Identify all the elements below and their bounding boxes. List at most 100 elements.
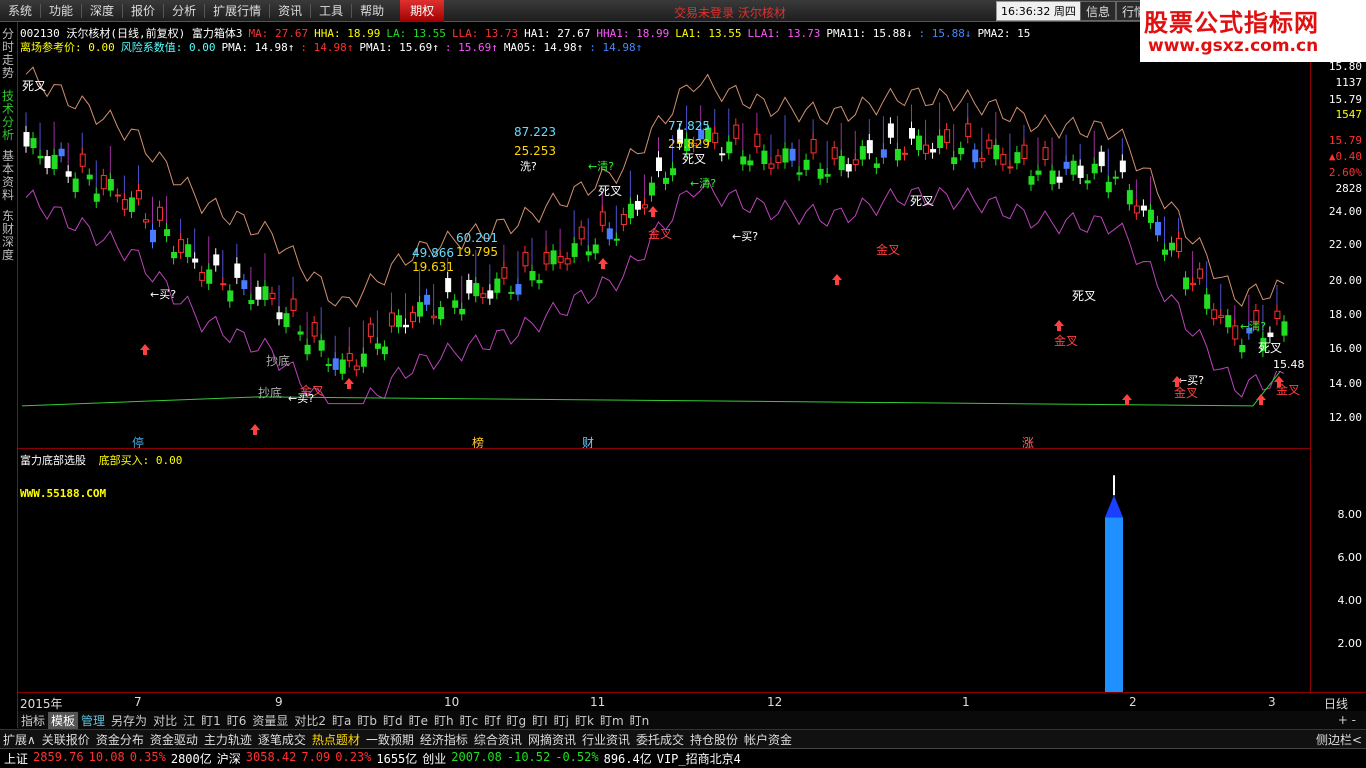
header1-value: : 15.88↓ bbox=[918, 27, 972, 40]
indicator-tab[interactable]: 盯a bbox=[329, 712, 354, 729]
indicator-tab[interactable]: 盯h bbox=[431, 712, 457, 729]
function-tab[interactable]: 一致预期 bbox=[363, 731, 417, 748]
function-tab[interactable]: 资金分布 bbox=[93, 731, 147, 748]
function-tab[interactable]: 关联报价 bbox=[39, 731, 93, 748]
candle-body bbox=[332, 358, 339, 370]
candle-body bbox=[185, 244, 192, 257]
buy-arrow-icon bbox=[1122, 394, 1132, 405]
indicator-tab[interactable]: 盯I bbox=[529, 712, 551, 729]
price-chart[interactable]: 死叉死叉死叉死叉死叉死叉金叉金叉金叉金叉金叉 金叉←买?←买?←买?←买?←清?←… bbox=[18, 60, 1310, 692]
candle-body bbox=[23, 132, 30, 147]
function-tab[interactable]: 委托成交 bbox=[633, 731, 687, 748]
indicator-tab[interactable]: 盯n bbox=[627, 712, 653, 729]
candle-body bbox=[1225, 315, 1232, 328]
time-tick: 12 bbox=[767, 695, 783, 709]
candle-body bbox=[979, 157, 986, 162]
time-tick: 3 bbox=[1268, 695, 1276, 709]
candle-body bbox=[431, 315, 438, 319]
indicator-tab[interactable]: 江 bbox=[180, 712, 198, 729]
candle-body bbox=[599, 211, 606, 226]
candle-body bbox=[459, 308, 466, 315]
indicator-tab[interactable]: 盯1 bbox=[198, 712, 224, 729]
clear-signal-label: ←清? bbox=[588, 160, 614, 173]
index-quote: VIP_招商北京4 bbox=[656, 752, 741, 766]
candle-body bbox=[993, 144, 1000, 160]
menu-item-6[interactable]: 资讯 bbox=[270, 0, 310, 22]
function-tab[interactable]: 热点题材 bbox=[309, 731, 363, 748]
clear-signal-label: ←清? bbox=[690, 177, 716, 190]
candle-body bbox=[374, 343, 381, 349]
candle-body bbox=[712, 132, 719, 144]
header2-value: : 14.98↑ bbox=[300, 41, 354, 54]
candle-body bbox=[304, 344, 311, 355]
indicator-tab[interactable]: 盯g bbox=[503, 712, 529, 729]
function-tab[interactable]: 资金驱动 bbox=[147, 731, 201, 748]
sidebar-toggle[interactable]: 侧边栏< bbox=[1316, 731, 1366, 748]
menu-item-2[interactable]: 深度 bbox=[82, 0, 122, 22]
candle-body bbox=[1105, 181, 1112, 193]
menu-item-5[interactable]: 扩展行情 bbox=[205, 0, 269, 22]
function-tab[interactable]: 主力轨迹 bbox=[201, 731, 255, 748]
indicator-tab[interactable]: 盯6 bbox=[224, 712, 250, 729]
menu-item-8[interactable]: 帮助 bbox=[352, 0, 392, 22]
indicator-tab[interactable]: 盯j bbox=[551, 712, 572, 729]
menu-item-options[interactable]: 期权 bbox=[400, 0, 445, 22]
tab-depth[interactable]: 东财深度 bbox=[2, 210, 16, 265]
candle-body bbox=[648, 182, 655, 196]
candle-body bbox=[128, 197, 135, 212]
indicator-tab[interactable]: 盯m bbox=[597, 712, 627, 729]
function-tab[interactable]: 经济指标 bbox=[417, 731, 471, 748]
indicator-tab[interactable]: 盯b bbox=[354, 712, 380, 729]
time-tick: 2 bbox=[1129, 695, 1137, 709]
tab-fundamentals[interactable]: 基本资料 bbox=[2, 150, 16, 205]
candle-body bbox=[1274, 310, 1281, 320]
candle-body bbox=[157, 206, 164, 221]
function-tab[interactable]: 网摘资讯 bbox=[525, 731, 579, 748]
indicator-tab[interactable]: 盯c bbox=[457, 712, 482, 729]
time-axis: 2015年 7 9 10 11 12 1 2 3 日线 bbox=[18, 692, 1366, 711]
peak-value: 25.829 bbox=[668, 137, 710, 151]
function-bar: 扩展∧ 关联报价 资金分布 资金驱动 主力轨迹 逐笔成交 热点题材 一致预期 经济指标 综合资讯网… bbox=[0, 729, 1366, 748]
candle-body bbox=[1190, 282, 1197, 286]
indicator-tab[interactable]: 对比2 bbox=[291, 712, 329, 729]
candle-body bbox=[627, 203, 634, 219]
candle-body bbox=[1098, 151, 1105, 167]
indicator-tab[interactable]: 盯f bbox=[481, 712, 503, 729]
menu-item-4[interactable]: 分析 bbox=[164, 0, 204, 22]
candle-body bbox=[262, 286, 269, 300]
indicator-tab[interactable]: 管理 bbox=[78, 712, 108, 729]
menu-item-7[interactable]: 工具 bbox=[311, 0, 351, 22]
indicator-tab[interactable]: 模板 bbox=[48, 711, 79, 729]
function-tab[interactable]: 逐笔成交 bbox=[255, 731, 309, 748]
indicator-tab[interactable]: 盯k bbox=[572, 712, 597, 729]
candle-body bbox=[564, 258, 571, 265]
function-tab[interactable]: 帐户资金 bbox=[741, 731, 795, 748]
candle-body bbox=[958, 147, 965, 155]
indicator-tab[interactable]: 另存为 bbox=[108, 712, 150, 729]
function-tab[interactable]: 行业资讯 bbox=[579, 731, 633, 748]
indicator-tab[interactable]: 盯d bbox=[380, 712, 406, 729]
indicator-tab[interactable]: 资量显 bbox=[249, 712, 291, 729]
info-button[interactable]: 信息 bbox=[1080, 1, 1117, 21]
price-tick: 16.00 bbox=[1328, 342, 1362, 355]
candle-body bbox=[1232, 325, 1239, 340]
candle-body bbox=[894, 148, 901, 161]
index-quote: 896.4亿 bbox=[603, 752, 652, 766]
candle-body bbox=[656, 157, 662, 172]
index-quote: 2007.08 bbox=[451, 750, 502, 764]
function-tab[interactable]: 持仓股份 bbox=[687, 731, 741, 748]
menu-item-0[interactable]: 系统 bbox=[0, 0, 40, 22]
function-tab[interactable]: 综合资讯 bbox=[471, 731, 525, 748]
function-tab[interactable]: 扩展∧ bbox=[0, 731, 39, 748]
source-url: WWW.55188.COM bbox=[20, 487, 107, 500]
indicator-tab[interactable]: 指标 bbox=[18, 712, 48, 729]
tab-intraday[interactable]: 分时走势 bbox=[2, 28, 16, 83]
indicator-tab[interactable]: 对比 bbox=[150, 712, 180, 729]
indicator-tab[interactable]: 盯e bbox=[406, 712, 431, 729]
menu-item-1[interactable]: 功能 bbox=[41, 0, 81, 22]
menu-item-3[interactable]: 报价 bbox=[123, 0, 163, 22]
zoom-controls[interactable]: + - bbox=[1338, 713, 1366, 727]
candle-body bbox=[1154, 222, 1161, 236]
tab-technical[interactable]: 技术分析 bbox=[2, 90, 16, 145]
candle-body bbox=[986, 139, 993, 149]
